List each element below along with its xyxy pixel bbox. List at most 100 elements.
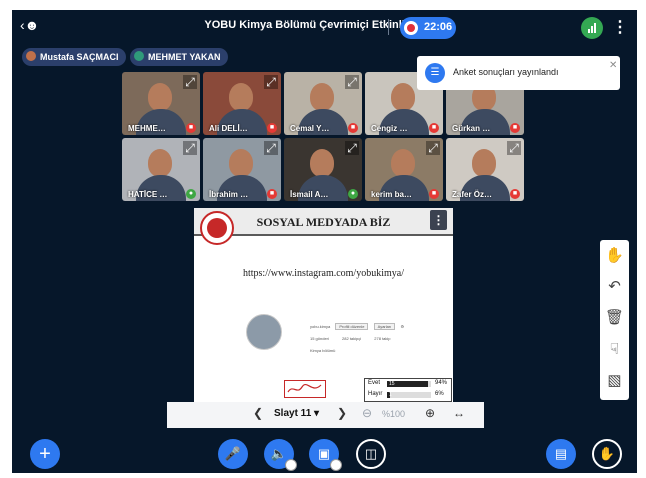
poll-count: 1	[389, 392, 392, 398]
video-tile[interactable]: ⤢ İbrahim … ■	[203, 138, 281, 201]
fit-width-icon[interactable]: ↔	[453, 406, 465, 420]
presenter-pill[interactable]: MEHMET YAKAN	[130, 48, 228, 66]
video-tile[interactable]: ⤢ kerim ba… ■	[365, 138, 443, 201]
conference-app: ‹☻ YOBU Kimya Bölümü Çevrimiçi Etkinlik …	[12, 10, 637, 473]
slide-url: https://www.instagram.com/yobukimya/	[242, 268, 404, 279]
record-icon	[404, 21, 418, 35]
instagram-following: 278 takip	[374, 336, 391, 341]
slide-options-button[interactable]: ⋮	[430, 210, 447, 230]
title-separator	[388, 19, 389, 35]
meeting-title: YOBU Kimya Bölümü Çevrimiçi Etkinlik Oda…	[204, 19, 445, 31]
participant-name: kerim ba…	[371, 190, 412, 199]
instagram-avatar	[246, 314, 282, 350]
video-tile[interactable]: ⤢ Cemal Y… ■	[284, 72, 362, 135]
instagram-stats: 15 gönderi 282 takipçi 278 takip	[310, 336, 391, 341]
expand-icon[interactable]: ⤢	[183, 75, 197, 89]
options-menu-button[interactable]: ⋮	[612, 17, 628, 37]
mic-muted-icon: ■	[429, 189, 439, 199]
poll-option: Hayır	[368, 391, 383, 397]
settings-gear-icon: ⚙	[400, 324, 405, 329]
more-vertical-icon: ⋮	[432, 213, 445, 227]
more-vertical-icon: ⋮	[612, 19, 628, 36]
actions-button[interactable]: +	[30, 439, 60, 469]
expand-icon[interactable]: ⤢	[507, 141, 521, 155]
video-tile[interactable]: ⤢ Zafer Öz… ■	[446, 138, 524, 201]
whiteboard-icon[interactable]: ▧	[600, 367, 629, 395]
microphone-icon: 🎤	[224, 446, 242, 461]
participant-name: Zafer Öz…	[452, 190, 493, 199]
recording-indicator[interactable]: 22:06	[400, 17, 456, 39]
plus-icon: +	[39, 443, 51, 465]
instagram-followers: 282 takipçi	[342, 336, 362, 341]
mic-muted-icon: ■	[267, 123, 277, 133]
poll-option: Evet	[368, 380, 381, 386]
presenter-name: Mustafa SAÇMACI	[40, 52, 119, 62]
screen-share-icon: ◫	[364, 446, 378, 461]
zoom-level: %100	[382, 409, 406, 419]
camera-icon: ▣	[317, 446, 331, 461]
record-time: 22:06	[424, 21, 453, 33]
expand-icon[interactable]: ⤢	[183, 141, 197, 155]
presenter-name: MEHMET YAKAN	[148, 52, 221, 62]
hand-icon[interactable]: ✋	[600, 242, 629, 270]
participant-name: MEHME…	[128, 124, 166, 133]
participant-name: Ali DELİ…	[209, 124, 248, 133]
expand-icon[interactable]: ⤢	[345, 75, 359, 89]
connection-status-button[interactable]	[581, 17, 603, 39]
screen-share-button[interactable]: ◫	[356, 439, 386, 469]
zoom-out-icon[interactable]: ⊖	[362, 406, 372, 420]
audio-icon: 🔈	[270, 446, 288, 461]
multi-user-icon[interactable]: ☟	[600, 336, 629, 364]
mic-muted-icon: ■	[510, 189, 520, 199]
video-tile[interactable]: ⤢ MEHME… ■	[122, 72, 200, 135]
zoom-in-icon[interactable]: ⊕	[425, 406, 435, 420]
mic-on-icon: ●	[348, 189, 358, 199]
user-icon	[134, 51, 144, 61]
audio-button[interactable]: 🔈	[264, 439, 297, 471]
poll-percent: 94%	[435, 380, 448, 386]
expand-icon[interactable]: ⤢	[426, 141, 440, 155]
video-tile[interactable]: ⤢ İsmail A… ●	[284, 138, 362, 201]
poll-published-toast: ☰ Anket sonuçları yayınlandı ✕	[417, 56, 620, 90]
instagram-handle: yobu.kimya	[310, 324, 331, 329]
mic-muted-icon: ■	[348, 123, 358, 133]
close-icon[interactable]: ✕	[609, 60, 617, 71]
presenter-pill[interactable]: Mustafa SAÇMACI	[22, 48, 126, 66]
expand-icon[interactable]: ⤢	[264, 141, 278, 155]
microphone-button[interactable]: 🎤	[218, 439, 248, 469]
presentation-slide[interactable]: SOSYAL MEDYADA BİZ ⋮ https://www.instagr…	[194, 208, 453, 402]
undo-icon[interactable]: ↶	[600, 273, 629, 301]
participant-name: Gürkan …	[452, 124, 491, 133]
trash-icon[interactable]: 🗑	[600, 304, 629, 332]
university-logo	[200, 211, 234, 245]
camera-button[interactable]: ▣	[309, 439, 342, 471]
poll-row: Hayır 1 6%	[365, 390, 451, 400]
poll-count: 15	[389, 381, 395, 387]
participant-name: HATİCE …	[128, 190, 168, 199]
expand-icon[interactable]: ⤢	[345, 141, 359, 155]
top-bar: ‹☻ YOBU Kimya Bölümü Çevrimiçi Etkinlik …	[12, 10, 637, 44]
user-icon	[26, 51, 36, 61]
instagram-posts: 15 gönderi	[310, 336, 329, 341]
mic-muted-icon: ■	[429, 123, 439, 133]
chevron-right-icon[interactable]: ❯	[337, 406, 347, 420]
poll-icon: ☰	[425, 63, 445, 83]
chevron-left-icon[interactable]: ❮	[253, 406, 263, 420]
raise-hand-button[interactable]: ✋	[592, 439, 622, 469]
dropdown-dot-icon	[330, 459, 342, 471]
slide-select[interactable]: Slayt 11 ▾	[274, 408, 319, 419]
signature-stamp	[284, 380, 326, 398]
video-tile[interactable]: ⤢ HATİCE … ●	[122, 138, 200, 201]
whiteboard-toolbar: ✋ ↶ 🗑 ☟ ▧	[600, 240, 629, 400]
presentation-icon: ▤	[554, 446, 568, 461]
instagram-edit-button: Profili düzenle	[335, 323, 369, 330]
participant-name: İsmail A…	[290, 190, 329, 199]
presentation-button[interactable]: ▤	[546, 439, 576, 469]
dropdown-dot-icon	[285, 459, 297, 471]
expand-icon[interactable]: ⤢	[264, 75, 278, 89]
chevron-down-icon: ▾	[314, 408, 320, 419]
video-grid: ⤢ MEHME… ■ ⤢ Ali DELİ… ■ ⤢ Cemal Y… ■ ⤢ Cen…	[122, 72, 526, 202]
signal-bars-icon	[588, 23, 596, 33]
video-tile[interactable]: ⤢ Ali DELİ… ■	[203, 72, 281, 135]
signature-image	[287, 383, 322, 393]
